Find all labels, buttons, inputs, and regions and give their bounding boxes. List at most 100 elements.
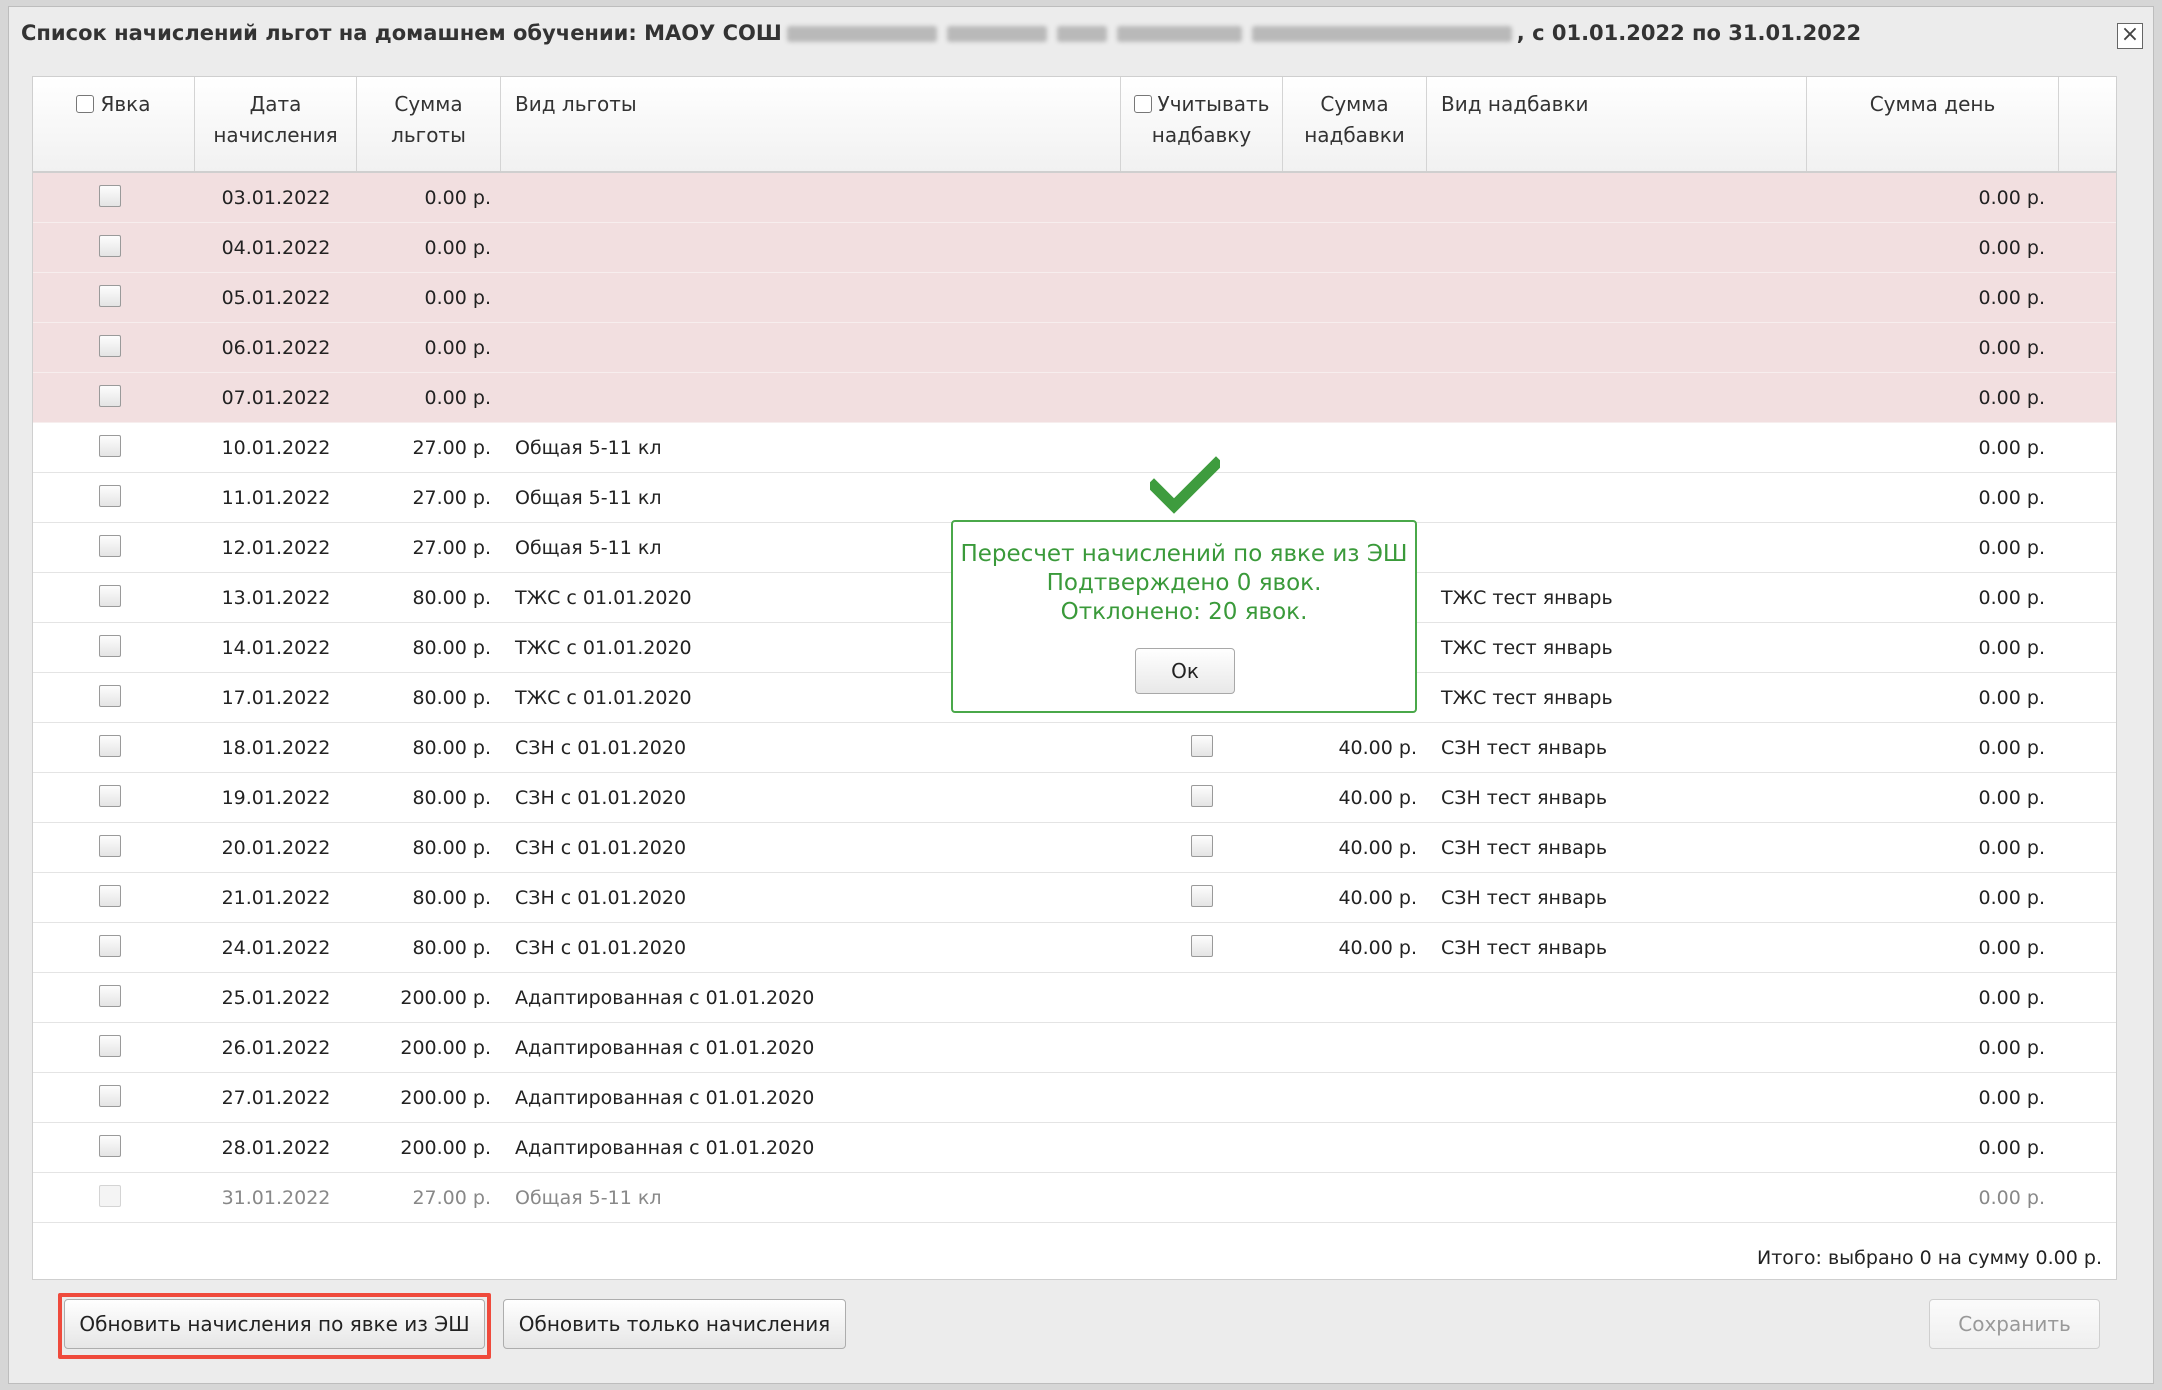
accrual-date: 13.01.2022 (221, 587, 331, 609)
benefit-type: СЗН с 01.01.2020 (515, 787, 687, 809)
attendance-checkbox[interactable] (99, 1085, 121, 1107)
day-sum: 0.00 р. (1978, 1137, 2045, 1159)
accrual-date: 19.01.2022 (221, 787, 331, 809)
benefit-type: Адаптированная с 01.01.2020 (515, 1087, 815, 1109)
benefit-type: СЗН с 01.01.2020 (515, 937, 687, 959)
update-only-accruals-button[interactable]: Обновить только начисления (503, 1299, 846, 1349)
attendance-checkbox[interactable] (99, 1185, 121, 1207)
day-sum: 0.00 р. (1978, 587, 2045, 609)
table-row: 06.01.2022 0.00 р. 0.00 р. (33, 323, 2116, 373)
table-row: 25.01.2022 200.00 р. Адаптированная с 01.0… (33, 973, 2116, 1023)
attendance-checkbox[interactable] (99, 385, 121, 407)
benefit-sum: 80.00 р. (412, 687, 491, 709)
redacted-text (786, 26, 937, 42)
attendance-checkbox[interactable] (99, 685, 121, 707)
table-row: 07.01.2022 0.00 р. 0.00 р. (33, 373, 2116, 423)
attendance-checkbox[interactable] (99, 285, 121, 307)
day-sum: 0.00 р. (1978, 1037, 2045, 1059)
bonus-sum (1283, 473, 1417, 523)
day-sum: 0.00 р. (1978, 387, 2045, 409)
attendance-checkbox[interactable] (99, 535, 121, 557)
use-bonus-checkbox[interactable] (1191, 835, 1213, 857)
table-row: 19.01.2022 80.00 р. СЗН с 01.01.2020 40.00 … (33, 773, 2116, 823)
benefit-type: Общая 5-11 кл (515, 437, 662, 459)
accrual-date: 11.01.2022 (221, 487, 331, 509)
accrual-date: 14.01.2022 (221, 637, 331, 659)
benefit-sum: 200.00 р. (400, 1087, 491, 1109)
benefit-sum: 27.00 р. (412, 437, 491, 459)
header-spacer (2059, 77, 2116, 171)
attendance-checkbox[interactable] (99, 235, 121, 257)
accrual-date: 05.01.2022 (221, 287, 331, 309)
redacted-text (1251, 26, 1512, 42)
attendance-checkbox[interactable] (99, 1035, 121, 1057)
highlight-frame (58, 1293, 491, 1359)
day-sum: 0.00 р. (1978, 537, 2045, 559)
benefit-sum: 200.00 р. (400, 1037, 491, 1059)
header-bonus-sum: Сумма надбавки (1283, 77, 1427, 171)
table-row: 20.01.2022 80.00 р. СЗН с 01.01.2020 40.00 … (33, 823, 2116, 873)
day-sum: 0.00 р. (1978, 437, 2045, 459)
benefit-sum: 80.00 р. (412, 937, 491, 959)
attendance-checkbox[interactable] (99, 435, 121, 457)
benefit-type: СЗН с 01.01.2020 (515, 837, 687, 859)
attendance-checkbox[interactable] (99, 335, 121, 357)
benefit-type: Адаптированная с 01.01.2020 (515, 1037, 815, 1059)
bonus-sum: 40.00 р. (1338, 887, 1417, 909)
day-sum: 0.00 р. (1978, 737, 2045, 759)
attendance-checkbox[interactable] (99, 485, 121, 507)
bonus-sum (1283, 273, 1417, 323)
bonus-sum (1283, 1023, 1417, 1073)
select-all-attendance-checkbox[interactable] (76, 95, 95, 113)
benefit-sum: 80.00 р. (412, 737, 491, 759)
benefit-type: СЗН с 01.01.2020 (515, 887, 687, 909)
table-row: 11.01.2022 27.00 р. Общая 5-11 кл 0.00 р. (33, 473, 2116, 523)
benefit-sum: 80.00 р. (412, 587, 491, 609)
table-row: 24.01.2022 80.00 р. СЗН с 01.01.2020 40.00 … (33, 923, 2116, 973)
use-bonus-checkbox[interactable] (1191, 935, 1213, 957)
attendance-checkbox[interactable] (99, 1135, 121, 1157)
day-sum: 0.00 р. (1978, 837, 2045, 859)
attendance-checkbox[interactable] (99, 585, 121, 607)
table-row: 18.01.2022 80.00 р. СЗН с 01.01.2020 40.00 … (33, 723, 2116, 773)
day-sum: 0.00 р. (1978, 1187, 2045, 1209)
attendance-checkbox[interactable] (99, 835, 121, 857)
accrual-date: 20.01.2022 (221, 837, 331, 859)
day-sum: 0.00 р. (1978, 1087, 2045, 1109)
ok-button[interactable]: Ок (1135, 648, 1235, 694)
day-sum: 0.00 р. (1978, 987, 2045, 1009)
day-sum: 0.00 р. (1978, 787, 2045, 809)
use-bonus-checkbox[interactable] (1191, 785, 1213, 807)
bonus-type: СЗН тест январь (1441, 837, 1608, 859)
table-row: 05.01.2022 0.00 р. 0.00 р. (33, 273, 2116, 323)
accrual-date: 28.01.2022 (221, 1137, 331, 1159)
close-button[interactable]: × (2117, 23, 2143, 49)
bonus-sum (1283, 1073, 1417, 1123)
bonus-type: СЗН тест январь (1441, 887, 1608, 909)
use-bonus-checkbox[interactable] (1191, 735, 1213, 757)
save-button[interactable]: Сохранить (1929, 1299, 2100, 1349)
attendance-checkbox[interactable] (99, 735, 121, 757)
bonus-sum: 40.00 р. (1338, 737, 1417, 759)
window-title: Список начислений льгот на домашнем обуч… (21, 21, 1862, 45)
select-all-use-bonus-checkbox[interactable] (1133, 95, 1152, 113)
accrual-date: 18.01.2022 (221, 737, 331, 759)
redacted-text (1056, 26, 1107, 42)
header-day-sum: Сумма день (1807, 77, 2059, 171)
day-sum: 0.00 р. (1978, 887, 2045, 909)
attendance-checkbox[interactable] (99, 935, 121, 957)
accrual-date: 04.01.2022 (221, 237, 331, 259)
benefit-sum: 80.00 р. (412, 837, 491, 859)
attendance-checkbox[interactable] (99, 635, 121, 657)
bonus-sum (1283, 973, 1417, 1023)
attendance-checkbox[interactable] (99, 885, 121, 907)
day-sum: 0.00 р. (1978, 237, 2045, 259)
bonus-type: СЗН тест январь (1441, 937, 1608, 959)
bonus-sum (1283, 1173, 1417, 1223)
attendance-checkbox[interactable] (99, 185, 121, 207)
attendance-checkbox[interactable] (99, 985, 121, 1007)
dialog-line-confirmed: Подтверждено 0 явок. (1046, 570, 1322, 596)
attendance-checkbox[interactable] (99, 785, 121, 807)
header-benefit-sum: Сумма льготы (357, 77, 501, 171)
use-bonus-checkbox[interactable] (1191, 885, 1213, 907)
